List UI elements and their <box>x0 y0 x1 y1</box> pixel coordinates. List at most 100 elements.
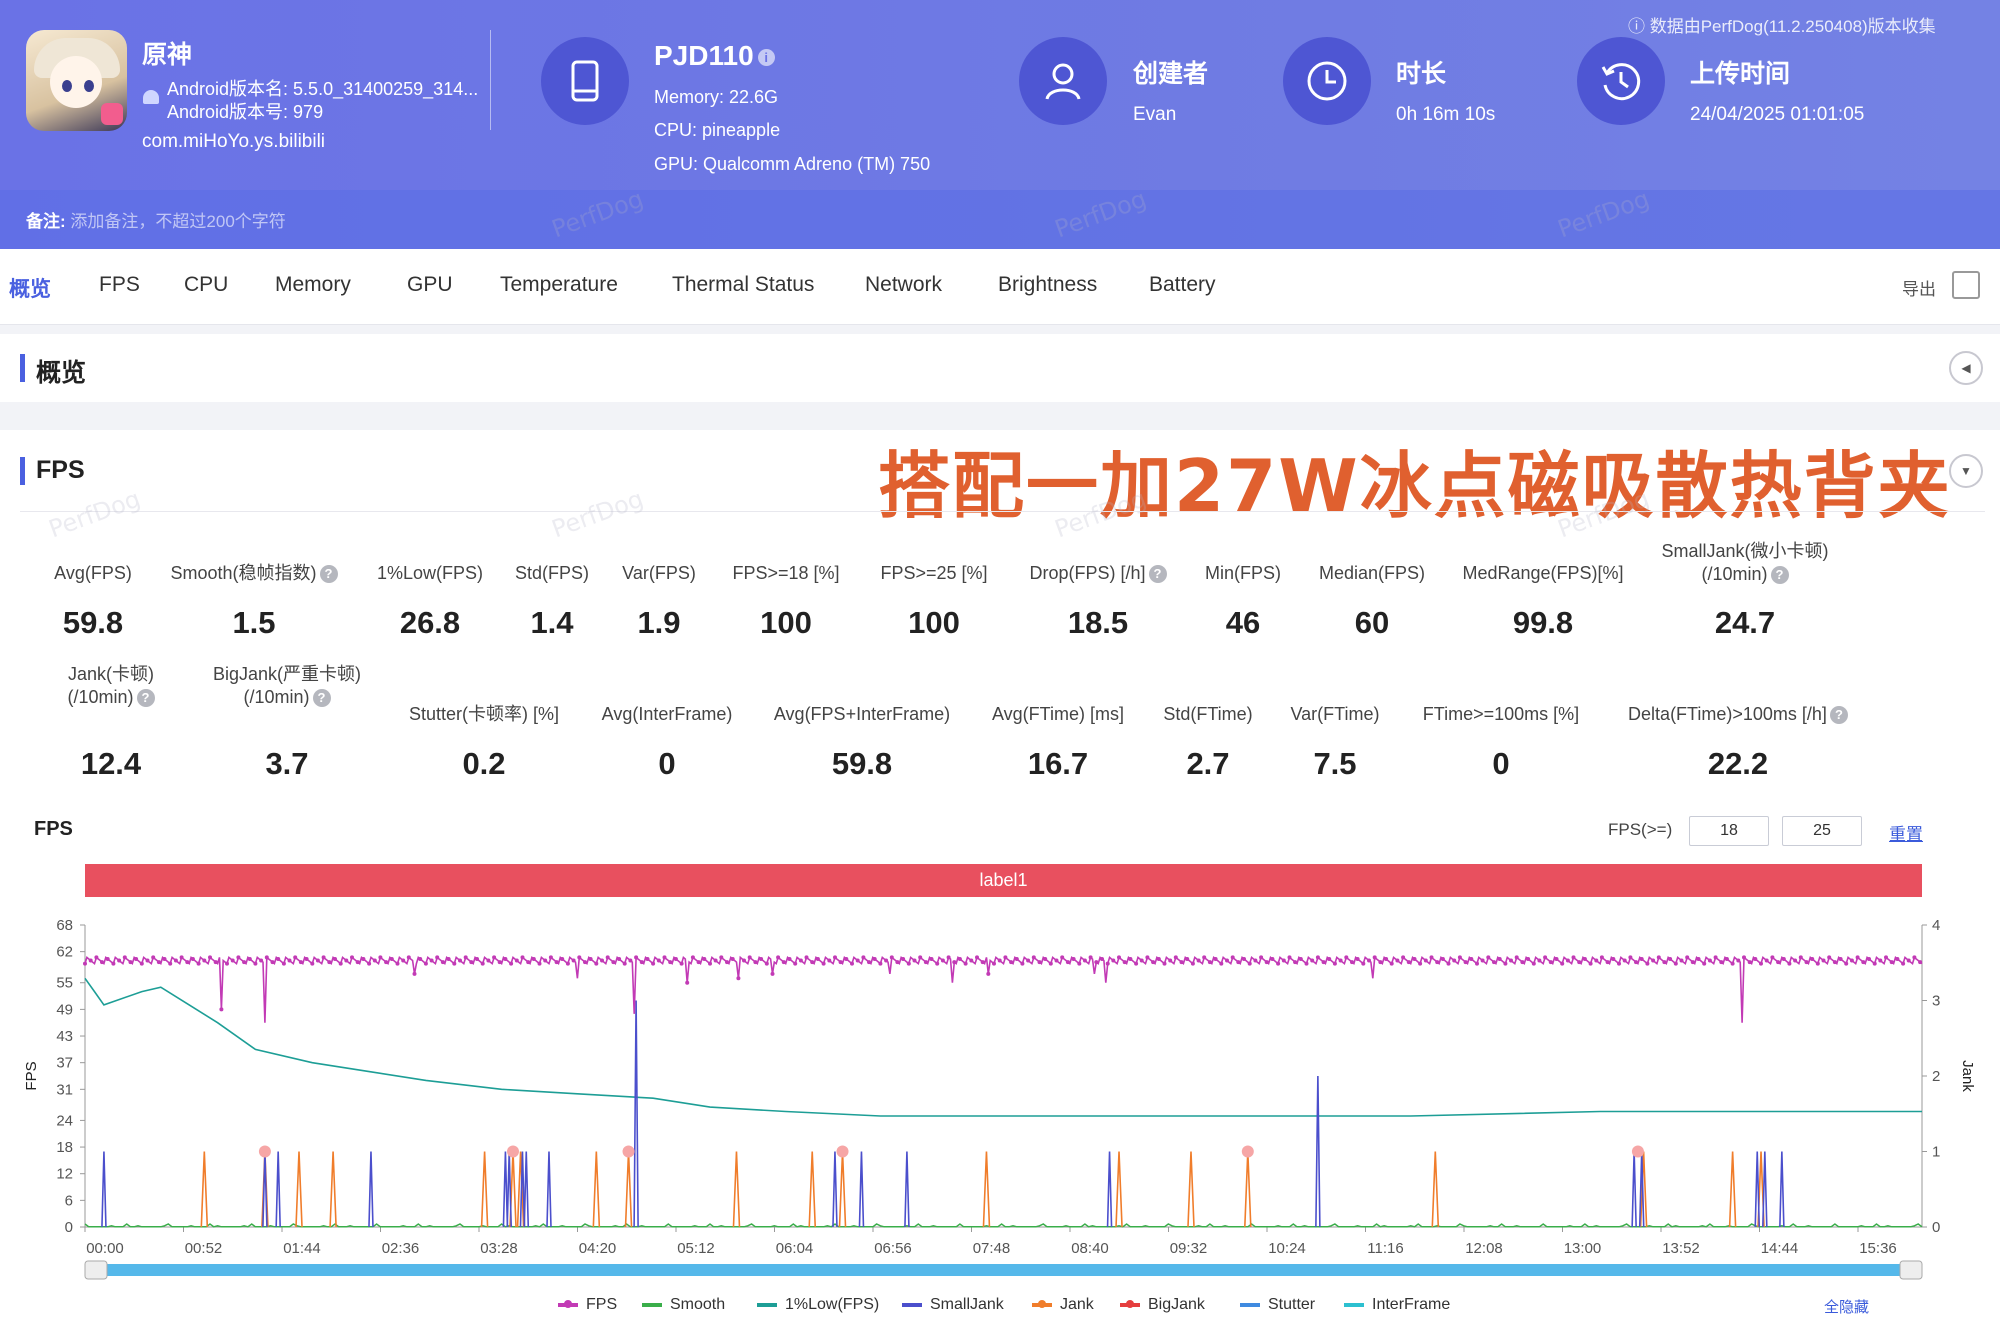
fps-point <box>1804 960 1809 965</box>
fps-point <box>1315 955 1320 960</box>
fps-point <box>1656 955 1661 960</box>
help-icon[interactable]: ? <box>136 689 155 708</box>
fps-point <box>611 960 616 965</box>
fps-point <box>208 955 212 960</box>
fps-point <box>1554 957 1559 961</box>
range-label-bar[interactable]: label1 <box>85 864 1922 897</box>
fps-point <box>531 957 536 961</box>
tab-overview[interactable]: 概览 <box>9 273 51 303</box>
fps-point <box>1242 957 1246 961</box>
export-icon[interactable] <box>1952 271 1980 299</box>
fps-point <box>1509 958 1513 963</box>
collapse-left-icon[interactable]: ◀ <box>1949 351 1983 385</box>
fps-point <box>776 955 781 960</box>
remark-placeholder[interactable]: 添加备注，不超过200个字符 <box>70 212 285 231</box>
legend-item[interactable]: Jank <box>1032 1296 1094 1314</box>
app-version-code: Android版本号: 979 <box>167 102 324 122</box>
fps-point <box>1906 958 1911 963</box>
threshold-low-input[interactable]: 18 <box>1689 816 1769 846</box>
history-icon <box>1577 37 1665 125</box>
user-icon <box>1019 37 1107 125</box>
legend-item[interactable]: Stutter <box>1240 1296 1315 1314</box>
fps-point <box>230 958 235 963</box>
collapse-down-icon[interactable]: ▼ <box>1949 454 1983 488</box>
y2-tick-label: 4 <box>1932 917 1940 934</box>
fps-point <box>1821 958 1826 963</box>
stat-label-unit: (/10min) <box>243 687 310 707</box>
fps-chart[interactable]: 06121824313743495562680123400:00 00:52 01:… <box>0 900 2000 1290</box>
hide-all-button[interactable]: 全隐藏 <box>1824 1296 1869 1317</box>
device-memory: Memory: 22.6G <box>654 87 779 107</box>
app-version: Android版本名: 5.5.0_31400259_314... Androi… <box>167 78 478 124</box>
tab-battery[interactable]: Battery <box>1149 273 1216 297</box>
legend-item[interactable]: Smooth <box>642 1296 725 1314</box>
fps-point <box>1338 958 1343 963</box>
fps-point <box>588 957 593 961</box>
fps-point <box>128 960 133 965</box>
fps-point <box>662 955 667 960</box>
fps-point <box>781 960 786 965</box>
tab-brightness[interactable]: Brightness <box>998 273 1097 297</box>
tab-temperature[interactable]: Temperature <box>500 273 618 297</box>
fps-point <box>1838 957 1843 961</box>
legend-swatch <box>1120 1299 1140 1308</box>
fps-point <box>543 958 548 963</box>
legend-item[interactable]: SmallJank <box>902 1296 1004 1314</box>
fps-point <box>1173 955 1178 960</box>
help-icon[interactable]: ? <box>312 689 331 708</box>
legend-item[interactable]: FPS <box>558 1296 617 1314</box>
x-tick-label: 08:40 <box>1071 1240 1109 1257</box>
export-button[interactable]: 导出 <box>1902 275 1936 300</box>
fps-point <box>1367 958 1371 963</box>
watermark: PerfDog <box>548 484 648 544</box>
legend-item[interactable]: BigJank <box>1120 1296 1205 1314</box>
fps-point <box>702 957 707 961</box>
fps-point <box>452 961 457 966</box>
fps-point <box>446 957 451 961</box>
x-tick-label: 01:44 <box>283 1240 321 1257</box>
y-tick-label: 31 <box>56 1081 73 1098</box>
y2-tick-label: 2 <box>1932 1068 1940 1085</box>
help-icon[interactable]: ? <box>1770 566 1789 585</box>
tab-network[interactable]: Network <box>865 273 942 297</box>
fps-section-title: FPS <box>36 456 85 484</box>
fps-point <box>884 958 889 963</box>
jank-spike <box>480 1151 489 1228</box>
tab-memory[interactable]: Memory <box>275 273 351 297</box>
remark-field[interactable]: 备注: 添加备注，不超过200个字符 <box>26 207 286 232</box>
fps-point <box>486 958 491 963</box>
stat-label-text: FTime>=100ms [%] <box>1422 704 1580 724</box>
fps-point <box>1344 955 1349 960</box>
smalljank-spike <box>1779 1151 1785 1228</box>
fps-point <box>605 955 610 960</box>
fps-point <box>1514 955 1519 960</box>
fps-point <box>889 955 894 960</box>
jank-spike <box>732 1151 741 1228</box>
fps-point <box>509 961 514 966</box>
threshold-high-input[interactable]: 25 <box>1782 816 1862 846</box>
y-axis-title: FPS <box>23 1061 40 1090</box>
legend-item[interactable]: 1%Low(FPS) <box>757 1296 879 1314</box>
legend-label: BigJank <box>1148 1296 1205 1313</box>
section-marker <box>20 457 25 485</box>
fps-point <box>514 958 519 963</box>
fps-point <box>1492 960 1496 965</box>
tab-thermal-status[interactable]: Thermal Status <box>672 273 814 297</box>
fps-point <box>372 958 377 963</box>
stat-label-text: BigJank(严重卡顿) <box>212 664 362 684</box>
reset-button[interactable]: 重置 <box>1889 820 1923 845</box>
stat-value: 24.7 <box>1714 605 1776 640</box>
fps-point <box>878 961 883 966</box>
smalljank-spike <box>1754 1151 1761 1228</box>
y-tick-label: 43 <box>56 1028 73 1045</box>
legend-item[interactable]: InterFrame <box>1344 1296 1450 1314</box>
fps-point <box>986 971 991 976</box>
tab-cpu[interactable]: CPU <box>184 273 228 297</box>
device-info-icon[interactable]: i <box>757 49 775 67</box>
help-icon[interactable]: ? <box>1829 706 1848 725</box>
tab-fps[interactable]: FPS <box>99 273 140 297</box>
tab-gpu[interactable]: GPU <box>407 273 453 297</box>
fps-point <box>957 957 962 961</box>
smalljank-spike <box>523 1151 530 1228</box>
fps-point <box>469 960 474 965</box>
